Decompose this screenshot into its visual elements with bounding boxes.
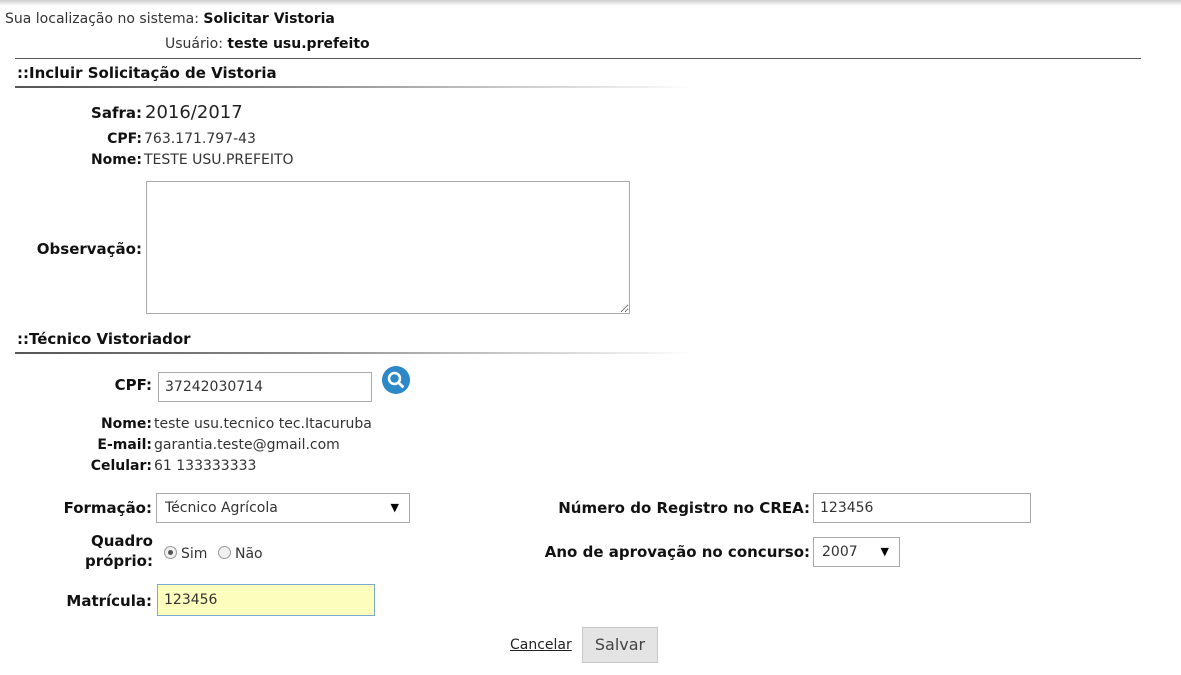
matricula-input[interactable]	[157, 584, 375, 616]
formacao-label: Formação:	[63, 499, 152, 517]
crea-label: Número do Registro no CREA:	[558, 499, 810, 517]
cancel-link-wrap: Cancelar	[510, 634, 572, 653]
quadro-label-line1: Quadro	[91, 532, 153, 550]
quadro-proprio-label: Quadro próprio:	[40, 531, 153, 571]
safra-value: 2016/2017	[145, 102, 243, 123]
tecnico-cpf-label: CPF:	[114, 376, 152, 394]
section-divider	[15, 86, 695, 88]
nome-label: Nome:	[90, 152, 142, 168]
quadro-sim-radio[interactable]	[164, 546, 177, 559]
cancel-link[interactable]: Cancelar	[510, 637, 572, 653]
observacao-label: Observação:	[36, 240, 142, 258]
caret-down-icon: ▼	[880, 545, 889, 558]
search-icon	[387, 371, 404, 388]
user-prefix: Usuário:	[165, 36, 223, 52]
ano-selected: 2007	[822, 544, 858, 560]
tecnico-email-label: E-mail:	[97, 437, 152, 453]
save-button[interactable]: Salvar	[582, 627, 658, 663]
tecnico-nome-label: Nome:	[100, 416, 152, 432]
header-divider	[15, 58, 1141, 59]
breadcrumb-prefix: Sua localização no sistema:	[5, 11, 199, 27]
observacao-textarea[interactable]	[146, 181, 630, 314]
quadro-nao-radio[interactable]	[218, 546, 231, 559]
search-cpf-button[interactable]	[382, 366, 410, 394]
breadcrumb: Sua localização no sistema: Solicitar Vi…	[5, 11, 335, 27]
user-name: teste usu.prefeito	[227, 36, 370, 52]
tecnico-nome-value: teste usu.tecnico tec.Itacuruba	[154, 416, 372, 432]
formacao-select[interactable]: Técnico Agrícola ▼	[156, 493, 410, 523]
caret-down-icon: ▼	[390, 501, 399, 514]
formacao-selected: Técnico Agrícola	[165, 500, 278, 516]
matricula-label: Matrícula:	[66, 592, 152, 610]
crea-input[interactable]	[813, 493, 1031, 523]
current-user: Usuário: teste usu.prefeito	[165, 36, 370, 52]
section-title-tecnico: ::Técnico Vistoriador	[17, 330, 191, 348]
quadro-sim-label: Sim	[181, 546, 208, 562]
quadro-label-line2: próprio:	[84, 552, 153, 570]
tecnico-celular-value: 61 133333333	[154, 458, 257, 474]
section-title-solicitacao: ::Incluir Solicitação de Vistoria	[17, 64, 277, 82]
safra-label: Safra:	[91, 104, 142, 122]
ano-aprovacao-label: Ano de aprovação no concurso:	[544, 543, 810, 561]
cpf-label: CPF:	[107, 131, 142, 147]
breadcrumb-location: Solicitar Vistoria	[203, 11, 335, 27]
section-divider-2	[15, 352, 695, 354]
tecnico-cpf-input[interactable]	[158, 372, 372, 402]
nome-value: TESTE USU.PREFEITO	[144, 152, 294, 168]
tecnico-email-value: garantia.teste@gmail.com	[154, 437, 340, 453]
top-shadow	[0, 0, 1181, 6]
tecnico-celular-label: Celular:	[90, 458, 152, 474]
quadro-nao-label: Não	[235, 546, 263, 562]
cpf-value: 763.171.797-43	[144, 131, 256, 147]
ano-aprovacao-select[interactable]: 2007 ▼	[813, 537, 900, 567]
